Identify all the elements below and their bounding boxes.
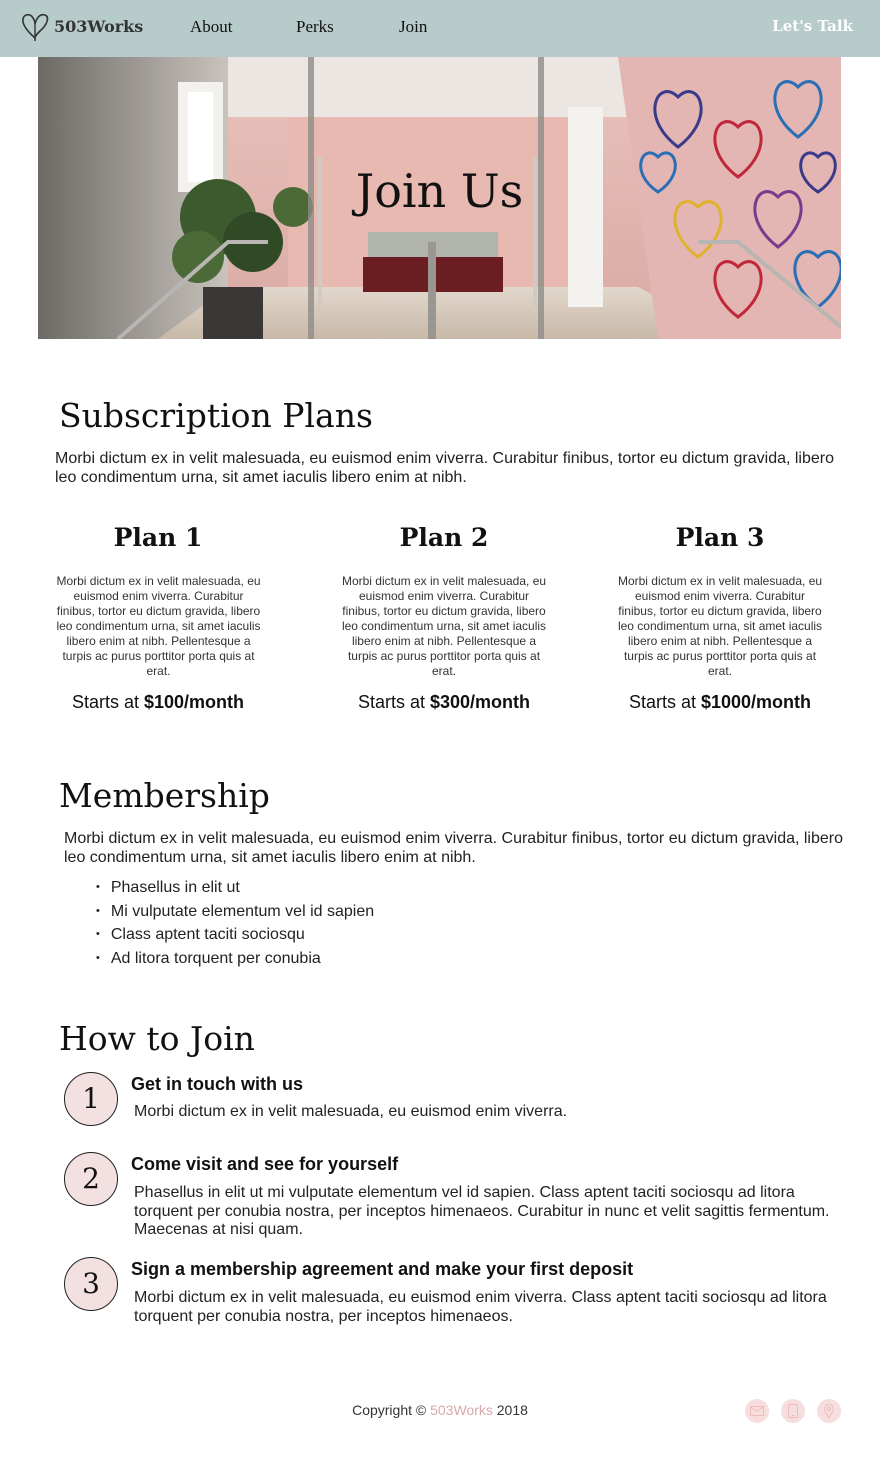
list-item: Phasellus in elit ut <box>96 877 374 901</box>
nav-link-join[interactable]: Join <box>399 17 427 37</box>
copyright-prefix: Copyright © <box>352 1402 431 1418</box>
nav-link-perks[interactable]: Perks <box>296 17 334 37</box>
membership-heading: Membership <box>59 776 270 815</box>
list-item: Mi vulputate elementum vel id sapien <box>96 901 374 925</box>
plan-price: Starts at $300/month <box>339 692 549 713</box>
phone-icon[interactable] <box>781 1399 805 1423</box>
how-to-join-heading: How to Join <box>59 1019 255 1058</box>
top-navbar: 503Works About Perks Join Let's Talk <box>0 0 880 57</box>
plan-title: Plan 3 <box>675 523 765 552</box>
plan-description: Morbi dictum ex in velit malesuada, eu e… <box>617 574 823 678</box>
heart-logo-icon <box>22 13 49 41</box>
step-text: Morbi dictum ex in velit malesuada, eu e… <box>134 1103 568 1120</box>
step-number-circle: 3 <box>64 1257 118 1311</box>
membership-intro: Morbi dictum ex in velit malesuada, eu e… <box>64 830 844 866</box>
logo-text: 503Works <box>54 16 144 36</box>
plan-title: Plan 1 <box>113 523 203 552</box>
step-number-circle: 1 <box>64 1072 118 1126</box>
hero-title: Join Us <box>355 164 524 218</box>
subscription-heading: Subscription Plans <box>59 396 373 435</box>
step-title: Get in touch with us <box>131 1074 303 1094</box>
price-amount: $100/month <box>144 692 245 712</box>
plan-card-3: Plan 3 Morbi dictum ex in velit malesuad… <box>615 520 825 713</box>
subscription-intro: Morbi dictum ex in velit malesuada, eu e… <box>55 450 835 486</box>
plan-description: Morbi dictum ex in velit malesuada, eu e… <box>56 574 261 678</box>
hero-banner: Join Us <box>38 57 841 339</box>
step-text: Phasellus in elit ut mi vulputate elemen… <box>134 1184 830 1238</box>
plan-price: Starts at $1000/month <box>615 692 825 713</box>
step-text: Morbi dictum ex in velit malesuada, eu e… <box>134 1289 827 1325</box>
location-icon[interactable] <box>817 1399 841 1423</box>
step-number-circle: 2 <box>64 1152 118 1206</box>
list-item: Class aptent taciti sociosqu <box>96 924 374 948</box>
price-prefix: Starts at <box>628 692 701 712</box>
price-prefix: Starts at <box>357 692 430 712</box>
step-title: Come visit and see for yourself <box>131 1154 399 1174</box>
lets-talk-button[interactable]: Let's Talk <box>772 17 853 35</box>
price-prefix: Starts at <box>71 692 144 712</box>
plan-price: Starts at $100/month <box>53 692 263 713</box>
price-amount: $300/month <box>430 692 531 712</box>
nav-link-about[interactable]: About <box>190 17 233 37</box>
mail-icon[interactable] <box>745 1399 769 1423</box>
step-title: Sign a membership agreement and make you… <box>131 1259 634 1279</box>
plan-title: Plan 2 <box>399 523 489 552</box>
footer-brand-link[interactable]: 503Works <box>430 1402 493 1418</box>
copyright-year: 2018 <box>492 1402 528 1418</box>
plan-card-1: Plan 1 Morbi dictum ex in velit malesuad… <box>53 520 263 713</box>
price-amount: $1000/month <box>700 692 812 712</box>
logo[interactable]: 503Works <box>20 9 143 43</box>
plan-card-2: Plan 2 Morbi dictum ex in velit malesuad… <box>339 520 549 713</box>
list-item: Ad litora torquent per conubia <box>96 948 374 972</box>
membership-list: Phasellus in elit ut Mi vulputate elemen… <box>96 877 374 972</box>
plan-description: Morbi dictum ex in velit malesuada, eu e… <box>341 574 547 678</box>
